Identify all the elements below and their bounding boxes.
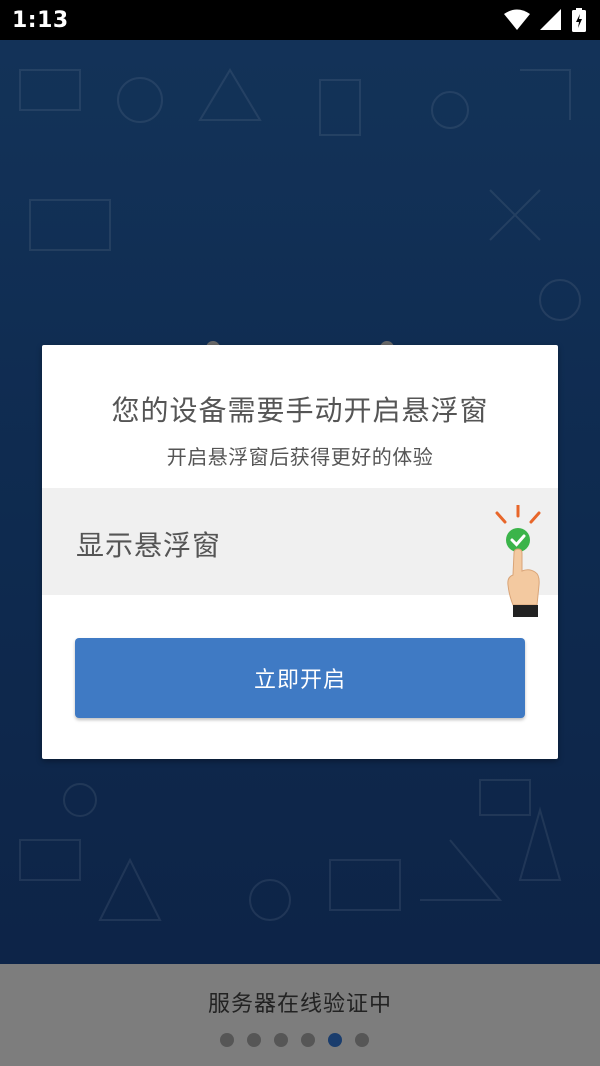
server-status-text: 服务器在线验证中 bbox=[207, 992, 392, 1017]
status-time: 1:13 bbox=[12, 7, 69, 33]
page-dot bbox=[274, 1033, 288, 1047]
page-dot bbox=[220, 1033, 234, 1047]
page-dot bbox=[355, 1033, 369, 1047]
page-dot bbox=[247, 1033, 261, 1047]
open-now-button[interactable]: 立即开启 bbox=[75, 638, 525, 718]
wifi-icon bbox=[504, 9, 530, 30]
page-indicator bbox=[220, 1033, 369, 1047]
dialog-subtitle: 开启悬浮窗后获得更好的体验 bbox=[166, 445, 434, 469]
tap-hand-check-icon bbox=[495, 505, 541, 617]
status-bar: 1:13 bbox=[0, 0, 600, 40]
signal-icon bbox=[540, 9, 561, 30]
floating-window-permission-dialog: 您的设备需要手动开启悬浮窗 开启悬浮窗后获得更好的体验 显示悬浮窗 立即开启 bbox=[42, 345, 558, 759]
dialog-title: 您的设备需要手动开启悬浮窗 bbox=[111, 394, 489, 427]
option-label: 显示悬浮窗 bbox=[76, 529, 222, 562]
status-icons bbox=[504, 8, 586, 32]
battery-charging-icon bbox=[572, 8, 586, 32]
show-floating-window-option[interactable]: 显示悬浮窗 bbox=[42, 488, 558, 595]
page-dot-active bbox=[328, 1033, 342, 1047]
page-dot bbox=[301, 1033, 315, 1047]
footer-panel: 服务器在线验证中 bbox=[0, 964, 600, 1066]
